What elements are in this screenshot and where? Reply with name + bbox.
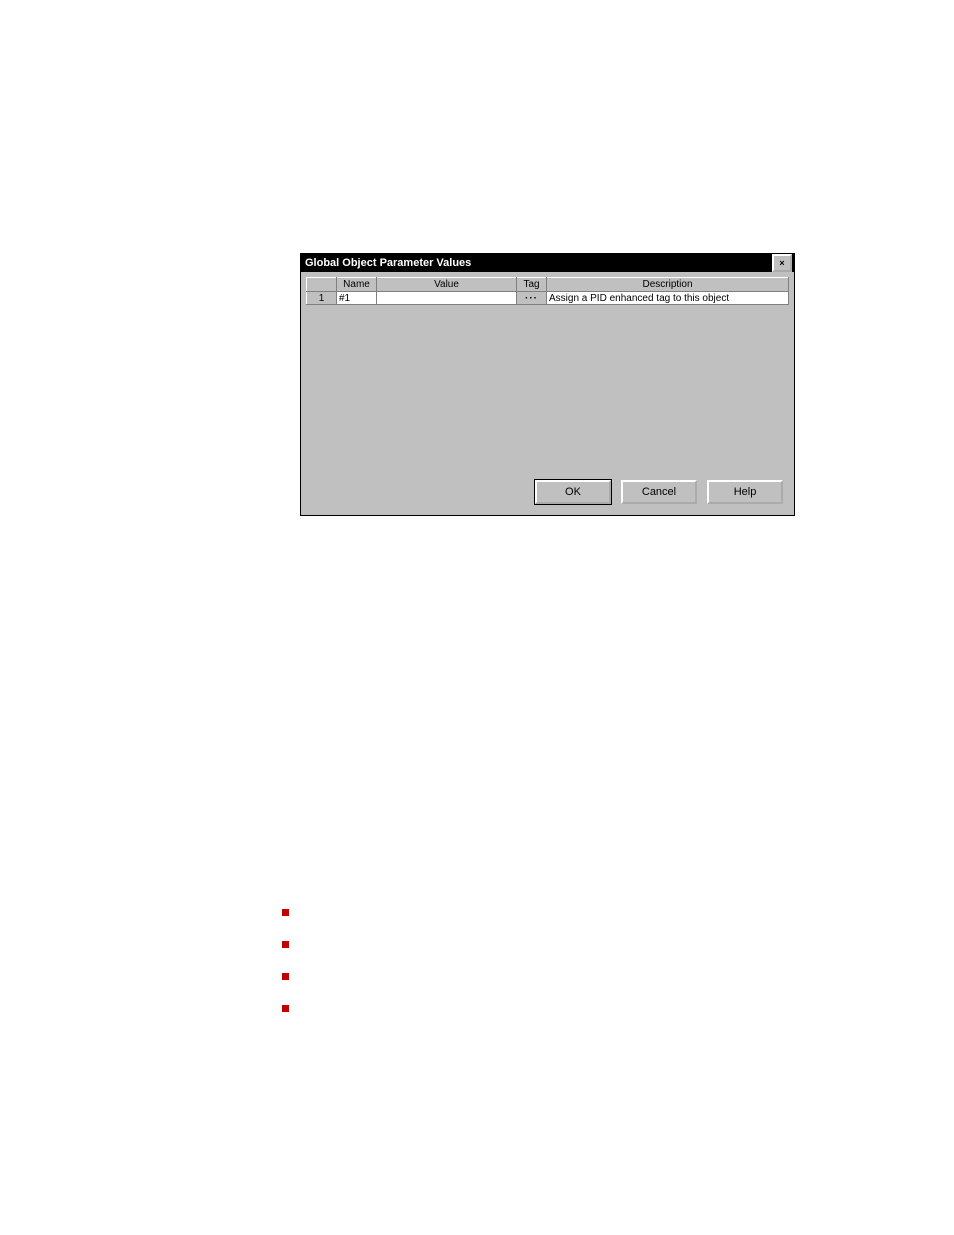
col-header-description[interactable]: Description xyxy=(547,278,789,292)
ok-button[interactable]: OK xyxy=(535,480,611,504)
dialog-title: Global Object Parameter Values xyxy=(305,257,770,269)
bullet-list xyxy=(282,909,289,1037)
bullet-icon xyxy=(282,973,289,980)
tag-browse-button[interactable]: ··· xyxy=(517,292,547,305)
col-header-index[interactable] xyxy=(307,278,337,292)
grid-header-row: Name Value Tag Description xyxy=(307,278,789,292)
col-header-value[interactable]: Value xyxy=(377,278,517,292)
close-icon: × xyxy=(779,259,784,268)
global-object-parameter-values-dialog: Global Object Parameter Values × Name Va… xyxy=(300,253,795,516)
col-header-name[interactable]: Name xyxy=(337,278,377,292)
dialog-client-area: Name Value Tag Description 1 #1 ··· Assi… xyxy=(306,277,789,510)
close-button[interactable]: × xyxy=(772,254,792,272)
help-button[interactable]: Help xyxy=(707,480,783,504)
dialog-button-row: OK Cancel Help xyxy=(535,480,783,504)
bullet-icon xyxy=(282,1005,289,1012)
row-index[interactable]: 1 xyxy=(307,292,337,305)
col-header-tag[interactable]: Tag xyxy=(517,278,547,292)
cell-value[interactable] xyxy=(377,292,517,305)
cell-description[interactable]: Assign a PID enhanced tag to this object xyxy=(547,292,789,305)
cell-name[interactable]: #1 xyxy=(337,292,377,305)
parameters-grid: Name Value Tag Description 1 #1 ··· Assi… xyxy=(306,277,789,305)
table-row: 1 #1 ··· Assign a PID enhanced tag to th… xyxy=(307,292,789,305)
bullet-icon xyxy=(282,941,289,948)
titlebar: Global Object Parameter Values × xyxy=(301,254,794,272)
cancel-button[interactable]: Cancel xyxy=(621,480,697,504)
bullet-icon xyxy=(282,909,289,916)
